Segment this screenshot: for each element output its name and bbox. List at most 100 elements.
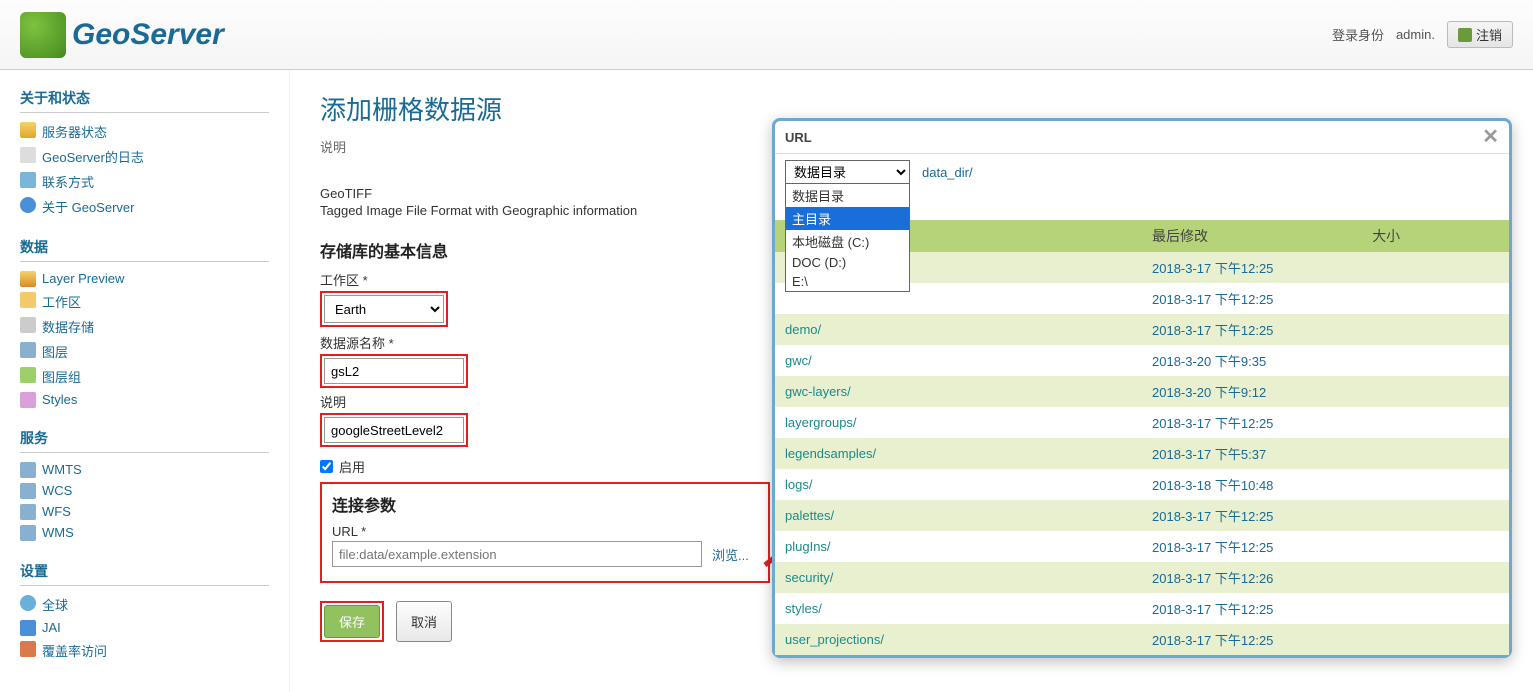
- sidebar-item-stores[interactable]: 数据存储: [20, 314, 269, 339]
- col-size[interactable]: 大小: [1362, 220, 1509, 252]
- breadcrumb[interactable]: data_dir/: [922, 165, 973, 180]
- sidebar-item-layer-preview[interactable]: Layer Preview: [20, 268, 269, 289]
- file-link[interactable]: legendsamples/: [785, 446, 876, 461]
- file-link[interactable]: logs/: [785, 477, 812, 492]
- header-right: 登录身份 admin. 注销: [1332, 21, 1513, 48]
- datasource-name-input[interactable]: [324, 358, 464, 384]
- sidebar-item-contact[interactable]: 联系方式: [20, 169, 269, 194]
- file-date: 2018-3-17 下午12:26: [1142, 562, 1362, 593]
- file-size: [1362, 407, 1509, 438]
- table-row[interactable]: security/2018-3-17 下午12:26: [775, 562, 1509, 593]
- table-row[interactable]: palettes/2018-3-17 下午12:25: [775, 500, 1509, 531]
- store-icon: [20, 317, 36, 333]
- file-date: 2018-3-17 下午5:37: [1142, 438, 1362, 469]
- sidebar-item-coverage[interactable]: 覆盖率访问: [20, 638, 269, 663]
- url-label: URL *: [332, 524, 758, 539]
- col-modified[interactable]: 最后修改: [1142, 220, 1362, 252]
- enable-checkbox[interactable]: [320, 460, 333, 473]
- file-size: [1362, 283, 1509, 314]
- dir-option-e[interactable]: E:\: [786, 272, 909, 291]
- logo[interactable]: GeoServer: [20, 12, 224, 58]
- sidebar-item-logs[interactable]: GeoServer的日志: [20, 144, 269, 169]
- file-size: [1362, 314, 1509, 345]
- file-link[interactable]: layergroups/: [785, 415, 857, 430]
- sidebar-settings-title: 设置: [20, 561, 269, 586]
- directory-dropdown: 数据目录 主目录 本地磁盘 (C:) DOC (D:) E:\: [785, 183, 910, 292]
- save-highlight: 保存: [320, 601, 384, 642]
- logout-button[interactable]: 注销: [1447, 21, 1513, 48]
- file-link[interactable]: gwc-layers/: [785, 384, 851, 399]
- workspace-select[interactable]: Earth: [324, 295, 444, 323]
- file-size: [1362, 593, 1509, 624]
- dir-option-c[interactable]: 本地磁盘 (C:): [786, 230, 909, 253]
- file-size: [1362, 469, 1509, 500]
- layer-preview-icon: [20, 271, 36, 287]
- server-icon: [20, 122, 36, 138]
- contact-icon: [20, 172, 36, 188]
- file-size: [1362, 562, 1509, 593]
- close-icon[interactable]: ✕: [1482, 127, 1499, 147]
- file-link[interactable]: gwc/: [785, 353, 812, 368]
- layer-group-icon: [20, 367, 36, 383]
- file-size: [1362, 252, 1509, 283]
- dialog-title: URL: [785, 130, 812, 145]
- table-row[interactable]: layergroups/2018-3-17 下午12:25: [775, 407, 1509, 438]
- table-row[interactable]: legendsamples/2018-3-17 下午5:37: [775, 438, 1509, 469]
- table-row[interactable]: user_projections/2018-3-17 下午12:25: [775, 624, 1509, 655]
- browse-link[interactable]: 浏览...: [712, 545, 749, 564]
- jai-icon: [20, 620, 36, 636]
- info-icon: [20, 197, 36, 213]
- directory-select[interactable]: 数据目录: [785, 160, 910, 184]
- dir-option-home[interactable]: 主目录: [786, 207, 909, 230]
- sidebar-item-global[interactable]: 全球: [20, 592, 269, 617]
- sidebar-item-wmts[interactable]: WMTS: [20, 459, 269, 480]
- file-date: 2018-3-20 下午9:12: [1142, 376, 1362, 407]
- url-input[interactable]: [332, 541, 702, 567]
- service-icon: [20, 462, 36, 478]
- sidebar-data-title: 数据: [20, 237, 269, 262]
- file-size: [1362, 500, 1509, 531]
- sidebar-item-jai[interactable]: JAI: [20, 617, 269, 638]
- sidebar-item-layers[interactable]: 图层: [20, 339, 269, 364]
- enable-label: 启用: [339, 457, 365, 476]
- table-row[interactable]: demo/2018-3-17 下午12:25: [775, 314, 1509, 345]
- sidebar-services-title: 服务: [20, 428, 269, 453]
- sidebar-item-about[interactable]: 关于 GeoServer: [20, 194, 269, 219]
- sidebar-item-wcs[interactable]: WCS: [20, 480, 269, 501]
- file-size: [1362, 345, 1509, 376]
- sidebar-item-styles[interactable]: Styles: [20, 389, 269, 410]
- sidebar-item-workspaces[interactable]: 工作区: [20, 289, 269, 314]
- file-date: 2018-3-17 下午12:25: [1142, 283, 1362, 314]
- service-icon: [20, 525, 36, 541]
- datasource-highlight: [320, 354, 468, 388]
- file-link[interactable]: user_projections/: [785, 632, 884, 647]
- globe-icon: [20, 12, 66, 58]
- cancel-button[interactable]: 取消: [396, 601, 452, 642]
- table-row[interactable]: gwc/2018-3-20 下午9:35: [775, 345, 1509, 376]
- logout-label: 注销: [1476, 25, 1502, 44]
- file-link[interactable]: security/: [785, 570, 833, 585]
- file-link[interactable]: palettes/: [785, 508, 834, 523]
- sidebar-item-layer-groups[interactable]: 图层组: [20, 364, 269, 389]
- sidebar-item-wfs[interactable]: WFS: [20, 501, 269, 522]
- logout-icon: [1458, 28, 1472, 42]
- table-row[interactable]: gwc-layers/2018-3-20 下午9:12: [775, 376, 1509, 407]
- desc-input[interactable]: [324, 417, 464, 443]
- file-size: [1362, 624, 1509, 655]
- sidebar-item-wms[interactable]: WMS: [20, 522, 269, 543]
- logo-text: GeoServer: [72, 18, 224, 52]
- conn-section-title: 连接参数: [332, 492, 758, 516]
- table-row[interactable]: plugIns/2018-3-17 下午12:25: [775, 531, 1509, 562]
- table-row[interactable]: styles/2018-3-17 下午12:25: [775, 593, 1509, 624]
- table-row[interactable]: logs/2018-3-18 下午10:48: [775, 469, 1509, 500]
- save-button[interactable]: 保存: [324, 605, 380, 638]
- file-link[interactable]: styles/: [785, 601, 822, 616]
- file-size: [1362, 438, 1509, 469]
- dir-option-d[interactable]: DOC (D:): [786, 253, 909, 272]
- file-link[interactable]: plugIns/: [785, 539, 831, 554]
- file-date: 2018-3-20 下午9:35: [1142, 345, 1362, 376]
- dir-option-data[interactable]: 数据目录: [786, 184, 909, 207]
- sidebar-item-server-status[interactable]: 服务器状态: [20, 119, 269, 144]
- file-link[interactable]: demo/: [785, 322, 821, 337]
- header: GeoServer 登录身份 admin. 注销: [0, 0, 1533, 70]
